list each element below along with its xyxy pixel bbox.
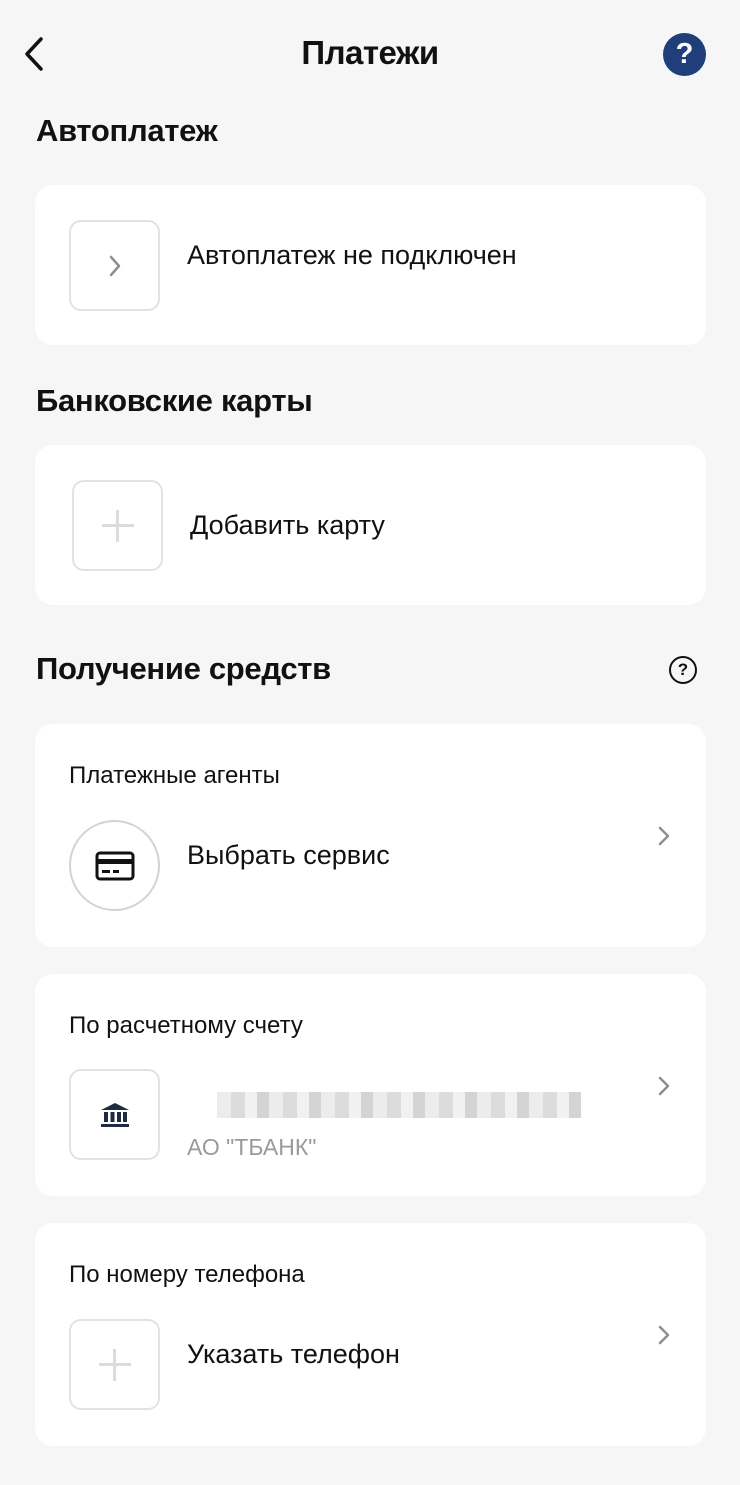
autopay-section-title: Автоплатеж xyxy=(36,113,218,148)
chevron-right-icon xyxy=(658,1076,670,1096)
settlement-account-card[interactable]: По расчетному счету АО "ТБАНК" xyxy=(35,974,706,1196)
add-card-label: Добавить карту xyxy=(190,510,385,540)
receiving-info-button[interactable]: ? xyxy=(669,656,697,684)
payment-agents-card[interactable]: Платежные агенты Выбрать сервис xyxy=(35,724,706,947)
plus-icon xyxy=(101,509,134,542)
autopay-status: Автоплатеж не подключен xyxy=(187,240,517,270)
autopay-tile xyxy=(69,220,160,311)
bank-cards-section-title: Банковские карты xyxy=(36,383,313,418)
chevron-right-icon xyxy=(658,1325,670,1345)
question-circle-icon: ? xyxy=(675,38,694,70)
autopay-card[interactable]: Автоплатеж не подключен xyxy=(35,185,706,345)
masked-account-number xyxy=(217,1092,581,1118)
chevron-right-icon xyxy=(109,255,120,276)
settlement-account-tile xyxy=(69,1069,160,1160)
payment-agents-tile xyxy=(69,820,160,911)
page-title: Платежи xyxy=(301,34,439,71)
question-circle-outline-icon: ? xyxy=(677,660,689,679)
phone-label: По номеру телефона xyxy=(69,1261,305,1288)
bank-icon xyxy=(100,1102,129,1127)
payment-agents-chevron xyxy=(655,823,673,849)
phone-tile xyxy=(69,1319,160,1410)
payment-agents-label: Платежные агенты xyxy=(69,762,280,789)
bank-name: АО "ТБАНК" xyxy=(187,1134,317,1160)
plus-icon xyxy=(98,1348,131,1381)
settlement-account-chevron xyxy=(655,1073,673,1099)
add-card-card[interactable]: Добавить карту xyxy=(35,445,706,605)
help-button[interactable]: ? xyxy=(663,33,706,76)
receiving-section-title: Получение средств xyxy=(36,651,331,686)
phone-chevron xyxy=(655,1322,673,1348)
add-card-tile xyxy=(72,480,163,571)
specify-phone-label: Указать телефон xyxy=(187,1339,400,1369)
credit-card-icon xyxy=(95,851,134,880)
settlement-account-label: По расчетному счету xyxy=(69,1012,303,1039)
choose-service-label: Выбрать сервис xyxy=(187,840,390,870)
phone-card[interactable]: По номеру телефона Указать телефон xyxy=(35,1223,706,1446)
app-header: Платежи ? xyxy=(0,0,740,105)
chevron-right-icon xyxy=(658,826,670,846)
